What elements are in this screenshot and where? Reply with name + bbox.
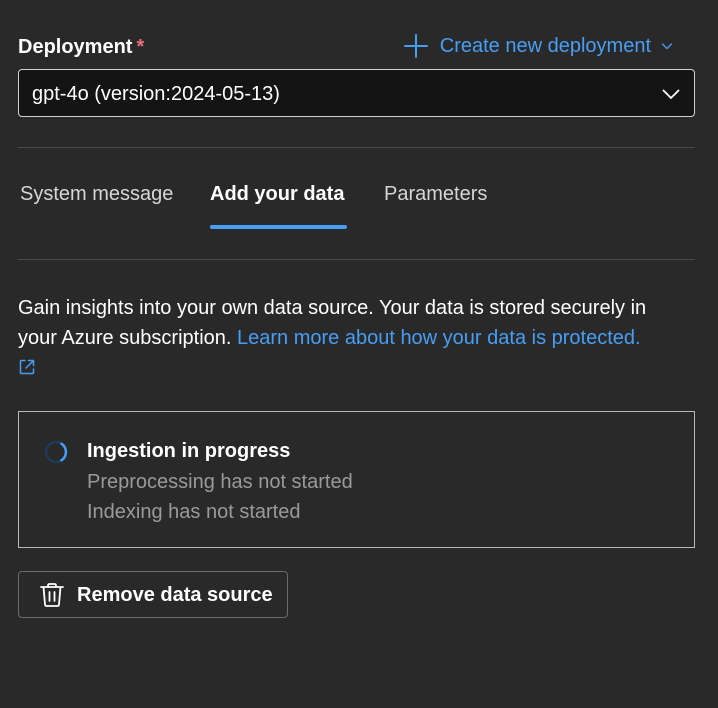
ingestion-status-card: Ingestion in progress Preprocessing has … [18, 411, 695, 548]
create-new-deployment-label: Create new deployment [439, 34, 651, 57]
required-marker: * [136, 36, 145, 58]
remove-data-source-label: Remove data source [77, 584, 273, 606]
deployment-select[interactable]: gpt-4o (version:2024-05-13) [18, 69, 695, 117]
plus-icon [403, 34, 428, 58]
divider [18, 259, 695, 260]
ingestion-title: Ingestion in progress [87, 440, 291, 462]
chevron-down-icon [662, 89, 680, 99]
divider [18, 147, 695, 148]
indexing-status: Indexing has not started [87, 501, 301, 523]
external-link-icon[interactable] [18, 358, 36, 376]
deployment-label: Deployment * [18, 36, 144, 59]
preprocessing-status: Preprocessing has not started [87, 471, 353, 493]
tab-add-your-data[interactable]: Add your data [210, 183, 344, 206]
deployment-label-text: Deployment [18, 36, 133, 58]
add-your-data-panel: Deployment * Create new deployment gpt-4o… [0, 0, 718, 708]
spinner-icon [44, 440, 68, 464]
deployment-header: Deployment * Create new deployment [18, 34, 695, 62]
chevron-down-icon [661, 43, 673, 50]
trash-icon [40, 583, 64, 607]
remove-data-source-button[interactable]: Remove data source [18, 571, 288, 618]
deployment-select-value: gpt-4o (version:2024-05-13) [32, 83, 280, 105]
learn-more-link[interactable]: Learn more about how your data is protec… [237, 327, 641, 349]
tab-parameters[interactable]: Parameters [384, 183, 487, 206]
tab-system-message[interactable]: System message [20, 183, 173, 206]
active-tab-indicator [210, 225, 347, 229]
create-new-deployment-button[interactable]: Create new deployment [403, 34, 673, 58]
info-description: Gain insights into your own data source.… [18, 293, 688, 383]
